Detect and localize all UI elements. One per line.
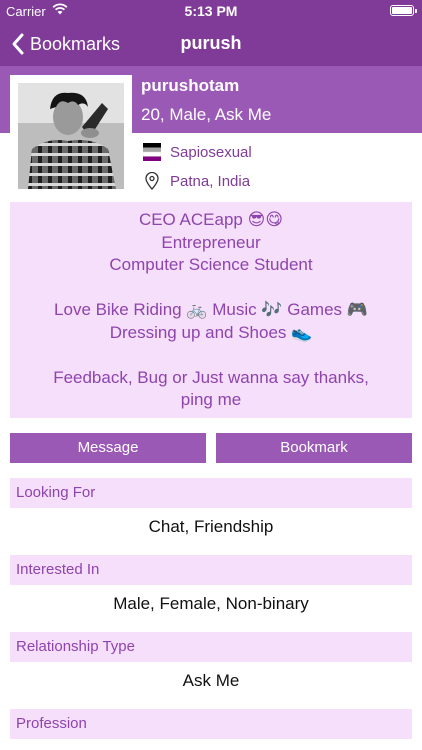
section-label-looking-for: Looking For xyxy=(10,478,412,508)
profile-meta: 20, Male, Ask Me xyxy=(141,105,272,124)
bio-line: Entrepreneur xyxy=(161,232,261,252)
profile-photo xyxy=(18,83,124,189)
navigation-bar: Bookmarks purush xyxy=(0,22,422,66)
bio-line: CEO ACEapp 😎😋 xyxy=(138,210,284,229)
bio-line: Love Bike Riding 🚲 Music 🎶 Games 🎮 xyxy=(54,300,368,319)
bio-section: CEO ACEapp 😎😋 Entrepreneur Computer Scie… xyxy=(10,202,412,418)
section-value-relationship-type: Ask Me xyxy=(182,671,240,690)
orientation-label: Sapiosexual xyxy=(170,143,252,161)
message-button[interactable]: Message xyxy=(10,433,206,463)
location-pin-icon xyxy=(145,172,159,190)
orientation-row: Sapiosexual xyxy=(143,143,252,161)
bio-line: Computer Science Student xyxy=(109,255,313,274)
bio-spacer xyxy=(10,277,412,300)
profile-name: purushotam xyxy=(141,76,240,95)
bio-line: Feedback, Bug or Just wanna say thanks, xyxy=(53,367,369,387)
avatar[interactable] xyxy=(10,75,132,197)
section-label-relationship-type: Relationship Type xyxy=(10,632,412,662)
page-title: purush xyxy=(180,33,242,53)
battery-icon xyxy=(390,5,417,16)
location-row: Patna, India xyxy=(143,172,250,190)
section-label-profession: Profession xyxy=(10,709,412,739)
bookmark-button[interactable]: Bookmark xyxy=(216,433,412,463)
section-label-interested-in: Interested In xyxy=(10,555,412,585)
asexual-flag-icon xyxy=(143,143,161,161)
status-bar: Carrier 5:13 PM xyxy=(0,0,422,22)
section-value-looking-for: Chat, Friendship xyxy=(148,517,274,536)
clock: 5:13 PM xyxy=(184,3,238,19)
bio-spacer xyxy=(10,344,412,367)
location-label: Patna, India xyxy=(170,172,251,190)
bio-line: Dressing up and Shoes 👟 xyxy=(109,322,313,342)
bio-line: ping me xyxy=(180,390,242,409)
section-value-interested-in: Male, Female, Non-binary xyxy=(113,594,309,613)
